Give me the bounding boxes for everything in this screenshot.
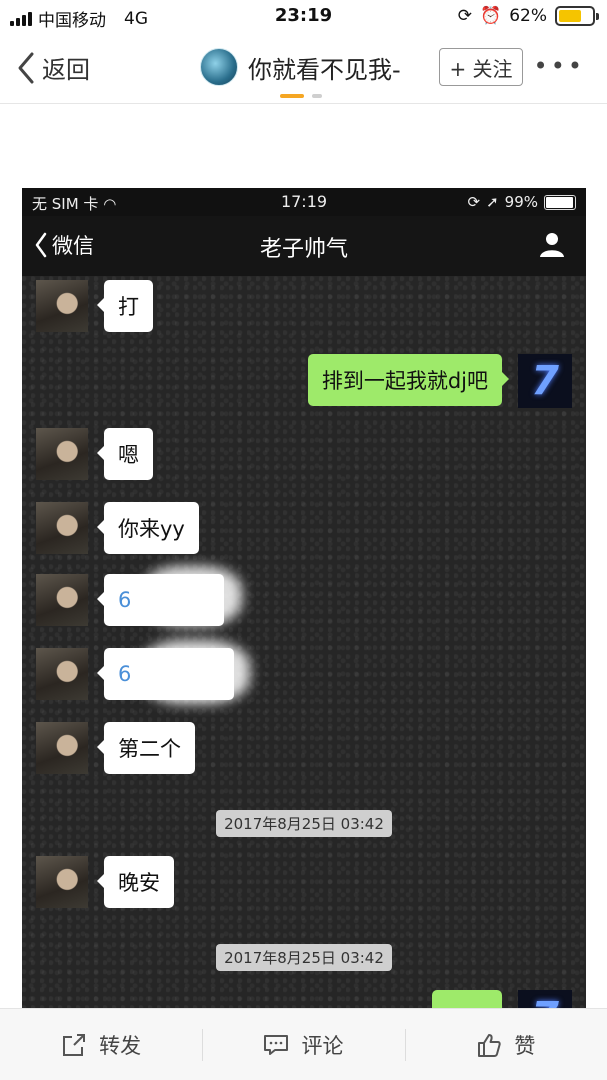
author-name: 你就看不见我- [248,55,401,84]
chat-nav-bar: 微信 老子帅气 [22,216,586,276]
comment-label: 评论 [301,1033,344,1058]
more-options-icon[interactable]: ••• [534,52,585,80]
screenshot-status-bar: 无 SIM 卡 ◠ 17:19 ⟳ ➚ 99% [22,188,586,216]
back-button[interactable]: 返回 [16,50,90,85]
my-avatar: 7 [518,354,572,408]
contact-avatar [36,648,88,700]
chat-area: 打 排到一起我就dj吧 7 嗯 你来yy 6 6 第二个 2017年8月25日 … [22,276,586,1018]
contact-avatar [36,280,88,332]
message-bubble-left: 第二个 [97,722,195,774]
bottom-toolbar: 转发 评论 赞 [0,1008,607,1080]
person-icon [540,233,564,257]
share-icon [63,1033,86,1056]
follow-button[interactable]: + 关注 [439,48,523,86]
redaction-blur [142,566,242,626]
thumbs-up-icon [478,1033,501,1057]
timestamp: 2017年8月25日 03:42 [22,944,586,971]
alarm-icon: ⏰ [480,6,502,26]
contact-avatar [36,574,88,626]
redaction-blur [140,640,250,704]
timestamp: 2017年8月25日 03:42 [22,810,586,837]
back-label: 返回 [42,56,90,84]
contact-avatar [36,856,88,908]
article-page: 中国移动 4G 23:19 ⟳ ⏰ 62% 返回 你就看不见我- + 关注 ••… [0,0,607,1080]
contact-avatar [36,722,88,774]
contact-avatar [36,428,88,480]
message-bubble-right: 排到一起我就dj吧 [307,354,510,406]
share-label: 转发 [99,1033,142,1058]
screenshot-battery-icon [544,194,576,210]
author-info[interactable]: 你就看不见我- [200,48,401,86]
chat-title: 老子帅气 [259,237,348,262]
message-bubble-left: 嗯 [97,428,153,480]
orientation-lock-icon: ⟳ [467,193,481,211]
status-right: ⟳ ⏰ 62% [457,6,599,26]
location-icon: ➚ [486,193,499,211]
message-bubble-left: 打 [97,280,153,332]
chevron-left-icon [18,52,34,83]
message-bubble-left: 你来yy [97,502,199,554]
message-bubble-left: 晚安 [97,856,174,908]
page-indicator [280,94,322,98]
chat-screenshot-image: 无 SIM 卡 ◠ 17:19 ⟳ ➚ 99% 微信 老子帅气 打 排到一起我就… [22,188,586,1018]
screenshot-battery-percent: 99% [504,193,538,211]
like-label: 赞 [514,1033,536,1058]
comment-icon [264,1034,289,1055]
share-button[interactable]: 转发 [0,1009,202,1080]
screenshot-status-right: ⟳ ➚ 99% [467,193,576,211]
article-header: 返回 你就看不见我- + 关注 ••• [0,34,607,104]
status-bar: 中国移动 4G 23:19 ⟳ ⏰ 62% [0,0,607,34]
orientation-lock-icon: ⟳ [457,6,473,26]
comment-button[interactable]: 评论 [202,1009,404,1080]
like-button[interactable]: 赞 [404,1009,607,1080]
contact-avatar [36,502,88,554]
battery-icon [555,6,599,26]
author-avatar[interactable] [200,48,238,86]
battery-percent: 62% [509,6,547,26]
